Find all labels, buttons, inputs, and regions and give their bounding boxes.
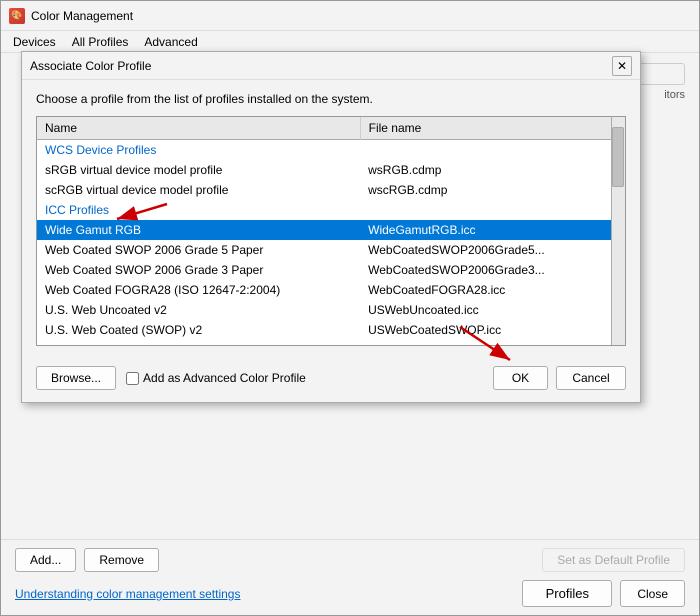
associate-profile-dialog: Associate Color Profile ✕ Choose a profi… [21, 51, 641, 403]
cancel-button[interactable]: Cancel [556, 366, 626, 390]
list-item[interactable]: U.S. Web Coated (SWOP) v2 USWebCoatedSWO… [37, 320, 625, 340]
profiles-button[interactable]: Profiles [522, 580, 612, 607]
menu-all-profiles[interactable]: All Profiles [64, 33, 137, 51]
dialog-body: Choose a profile from the list of profil… [22, 80, 640, 358]
ok-button[interactable]: OK [493, 366, 548, 390]
profile-table: Name File name WCS Device Profiles sRGB … [37, 117, 625, 340]
advanced-color-checkbox-label[interactable]: Add as Advanced Color Profile [126, 371, 306, 385]
col-filename: File name [360, 117, 624, 140]
checkbox-label-text: Add as Advanced Color Profile [143, 371, 306, 385]
dialog-title: Associate Color Profile [30, 59, 151, 73]
advanced-color-checkbox[interactable] [126, 372, 139, 385]
window-title: Color Management [31, 9, 133, 23]
list-item[interactable]: Web Coated SWOP 2006 Grade 3 Paper WebCo… [37, 260, 625, 280]
footer-left: Browse... Add as Advanced Color Profile [36, 366, 306, 390]
list-item[interactable]: Wide Gamut RGB WideGamutRGB.icc [37, 220, 625, 240]
scrollbar-thumb[interactable] [612, 127, 624, 187]
app-icon: 🎨 [9, 8, 25, 24]
understanding-link[interactable]: Understanding color management settings [15, 587, 240, 601]
footer-right: OK Cancel [493, 366, 626, 390]
list-item[interactable]: Web Coated FOGRA28 (ISO 12647-2:2004) We… [37, 280, 625, 300]
browse-button[interactable]: Browse... [36, 366, 116, 390]
dialog-close-button[interactable]: ✕ [612, 56, 632, 76]
bottom-right-buttons: Profiles Close [522, 580, 685, 607]
list-item[interactable]: Web Coated SWOP 2006 Grade 5 Paper WebCo… [37, 240, 625, 260]
menu-advanced[interactable]: Advanced [136, 33, 205, 51]
dialog-title-bar: Associate Color Profile ✕ [22, 52, 640, 80]
bottom-row1: Add... Remove Set as Default Profile [15, 548, 685, 572]
list-item[interactable]: sRGB virtual device model profile wsRGB.… [37, 160, 625, 180]
table-header-row: Name File name [37, 117, 625, 140]
col-name: Name [37, 117, 360, 140]
menu-devices[interactable]: Devices [5, 33, 64, 51]
dialog-description: Choose a profile from the list of profil… [36, 92, 626, 106]
bottom-bar: Add... Remove Set as Default Profile Und… [1, 539, 699, 615]
remove-button[interactable]: Remove [84, 548, 159, 572]
list-item[interactable]: U.S. Web Uncoated v2 USWebUncoated.icc [37, 300, 625, 320]
close-button[interactable]: Close [620, 580, 685, 607]
bottom-row2: Understanding color management settings … [15, 580, 685, 607]
add-button[interactable]: Add... [15, 548, 76, 572]
list-item[interactable]: WCS Device Profiles [37, 140, 625, 161]
dialog-footer: Browse... Add as Advanced Color Profile … [22, 358, 640, 402]
profile-list-container: Name File name WCS Device Profiles sRGB … [36, 116, 626, 346]
menu-bar: Devices All Profiles Advanced [1, 31, 699, 53]
set-default-button[interactable]: Set as Default Profile [542, 548, 685, 572]
list-item[interactable]: ICC Profiles [37, 200, 625, 220]
main-window: 🎨 Color Management Devices All Profiles … [0, 0, 700, 616]
scrollbar[interactable] [611, 117, 625, 345]
list-item[interactable]: scRGB virtual device model profile wscRG… [37, 180, 625, 200]
title-bar: 🎨 Color Management [1, 1, 699, 31]
